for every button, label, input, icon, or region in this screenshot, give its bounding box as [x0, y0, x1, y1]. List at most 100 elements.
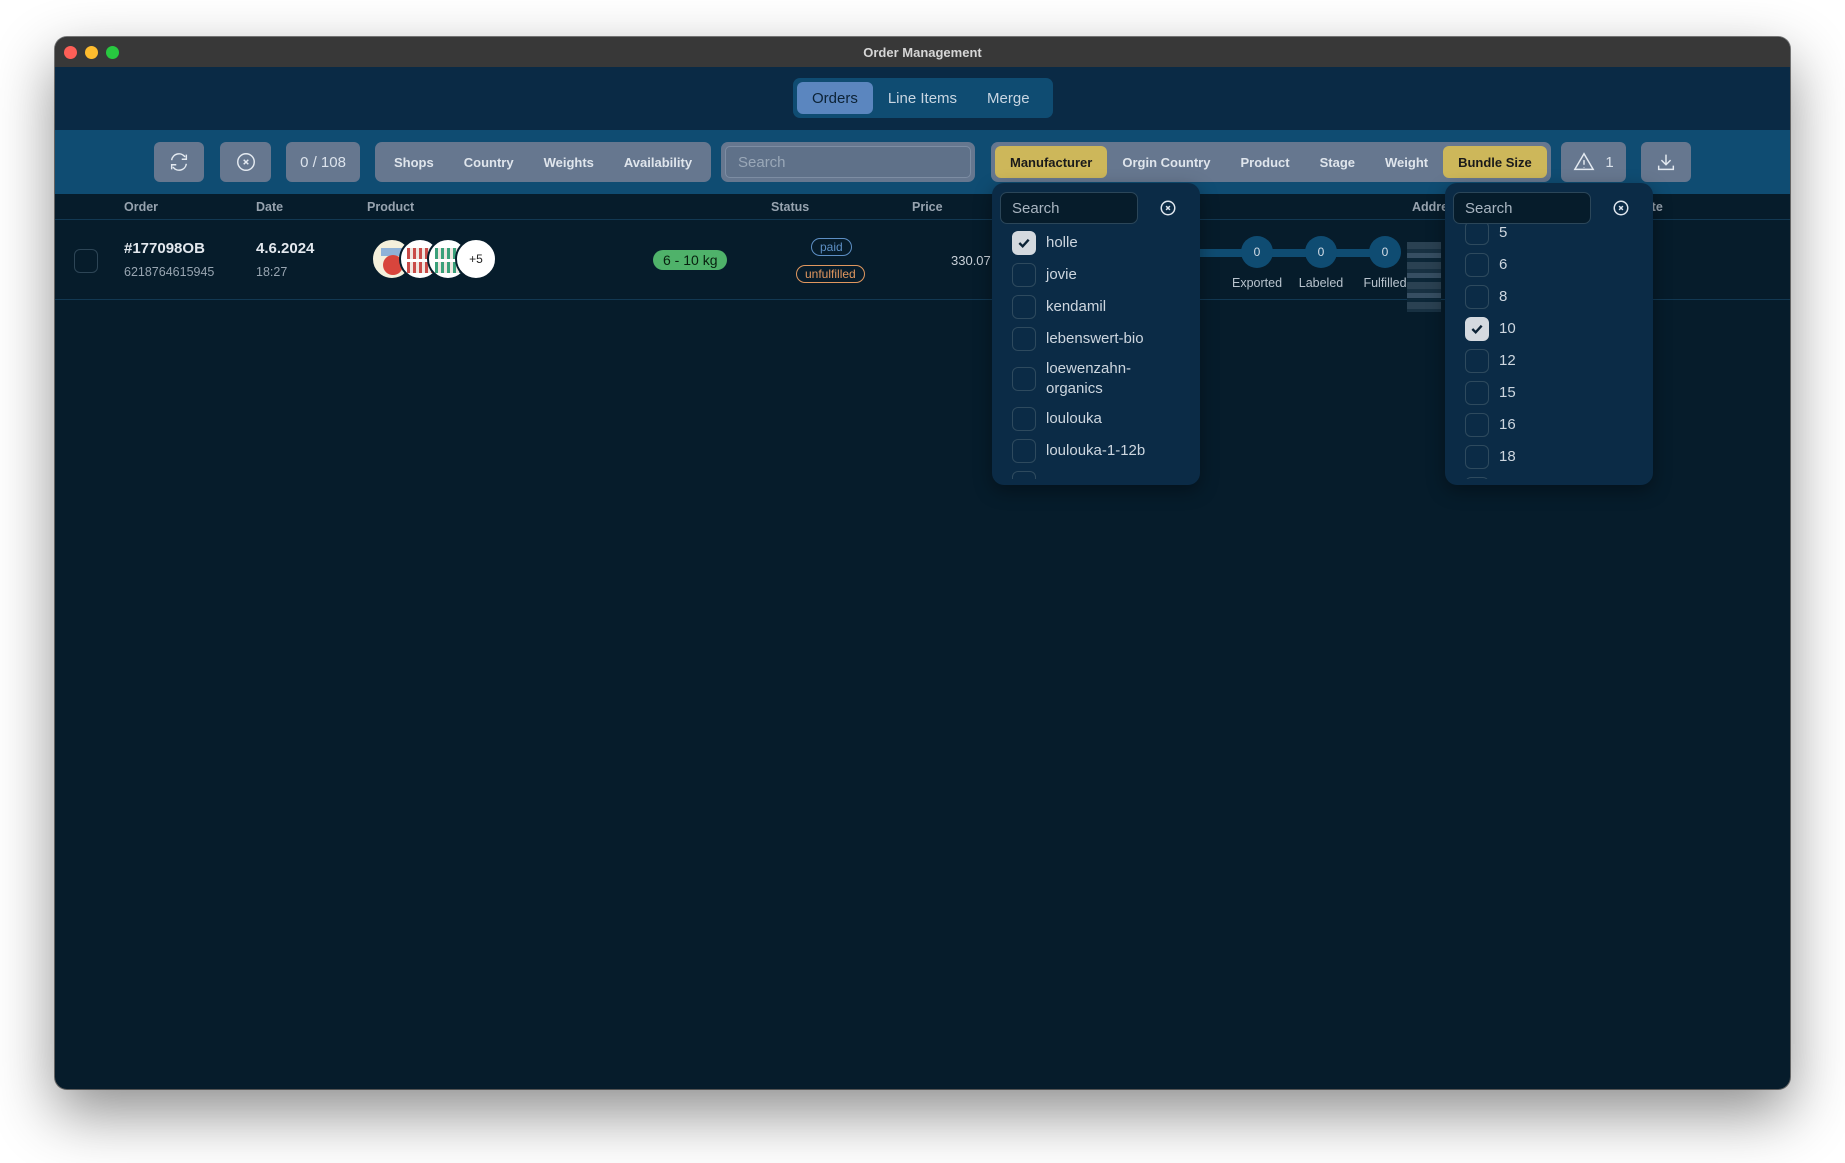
checkbox[interactable] — [1465, 253, 1489, 277]
option-16[interactable]: 16 — [1445, 409, 1653, 441]
filter-stage[interactable]: Stage — [1305, 146, 1370, 178]
column-order[interactable]: Order — [124, 200, 158, 214]
option-label: jovie — [1046, 266, 1077, 283]
checkbox[interactable] — [1465, 221, 1489, 245]
option-jovie[interactable]: jovie — [992, 259, 1200, 291]
column-status[interactable]: Status — [771, 200, 809, 214]
pipeline-node-fulfilled: 0 — [1369, 236, 1401, 268]
option-loewenzahn-organics[interactable]: loewenzahn-organics — [992, 355, 1192, 403]
option-18[interactable]: 18 — [1445, 441, 1653, 473]
clear-circle-x-icon — [236, 153, 255, 171]
option-loulouka-1-12b[interactable]: loulouka-1-12b — [992, 435, 1200, 467]
option-15[interactable]: 15 — [1445, 377, 1653, 409]
tab-line-items[interactable]: Line Items — [873, 82, 972, 114]
maximize-window-button[interactable] — [106, 46, 119, 59]
warnings-button[interactable]: 1 — [1561, 142, 1626, 182]
column-date[interactable]: Date — [256, 200, 283, 214]
option-label: 18 — [1499, 448, 1516, 465]
option-holle[interactable]: holle — [992, 227, 1200, 259]
option-partial[interactable] — [992, 467, 1200, 479]
filter-manufacturer[interactable]: Manufacturer — [995, 146, 1108, 178]
filter-group-primary: Shops Country Weights Availability — [375, 142, 712, 182]
option-label: 6 — [1499, 256, 1508, 273]
search-input[interactable] — [725, 146, 971, 178]
checkbox-checked[interactable] — [1012, 231, 1036, 255]
filter-origin-country[interactable]: Orgin Country — [1107, 146, 1225, 178]
tab-merge[interactable]: Merge — [972, 82, 1045, 114]
checkbox[interactable] — [1465, 381, 1489, 405]
product-thumbnails[interactable]: +5 — [371, 238, 497, 280]
clear-selection-button[interactable] — [220, 142, 271, 182]
option-label: loulouka-1-12b — [1046, 442, 1146, 459]
pipeline-connector — [1197, 249, 1397, 257]
filter-country[interactable]: Country — [449, 146, 529, 178]
option-label: loewenzahn-organics — [1046, 360, 1132, 397]
order-number: 6218764615945 — [124, 265, 215, 279]
option-loulouka[interactable]: loulouka — [992, 403, 1200, 435]
order-time: 18:27 — [256, 265, 288, 279]
filter-product[interactable]: Product — [1225, 146, 1304, 178]
manufacturer-options: holle jovie kendamil lebenswert-bio loew… — [992, 227, 1200, 479]
filter-weight[interactable]: Weight — [1370, 146, 1443, 178]
app-window: Order Management Orders Line Items Merge… — [55, 37, 1790, 1089]
row-checkbox[interactable] — [74, 249, 98, 273]
checkbox-checked[interactable] — [1465, 317, 1489, 341]
tab-orders[interactable]: Orders — [797, 82, 873, 114]
refresh-icon — [170, 153, 188, 171]
filter-availability[interactable]: Availability — [609, 146, 707, 178]
filter-group-product: Manufacturer Orgin Country Product Stage… — [991, 142, 1551, 182]
checkbox[interactable] — [1465, 349, 1489, 373]
checkbox[interactable] — [1465, 477, 1489, 479]
option-12[interactable]: 12 — [1445, 345, 1653, 377]
filter-shops[interactable]: Shops — [379, 146, 449, 178]
option-lebenswert-bio[interactable]: lebenswert-bio — [992, 323, 1200, 355]
option-label: 12 — [1499, 352, 1516, 369]
option-8[interactable]: 8 — [1445, 281, 1653, 313]
title-bar: Order Management — [55, 37, 1790, 67]
bundle-size-search-input[interactable] — [1453, 192, 1591, 224]
column-product[interactable]: Product — [367, 200, 414, 214]
payment-status-badge: paid — [811, 238, 852, 256]
manufacturer-dropdown: holle jovie kendamil lebenswert-bio loew… — [992, 183, 1200, 485]
checkbox[interactable] — [1012, 439, 1036, 463]
order-id[interactable]: #177098OB — [124, 240, 205, 257]
option-kendamil[interactable]: kendamil — [992, 291, 1200, 323]
checkbox[interactable] — [1465, 285, 1489, 309]
checkbox[interactable] — [1012, 327, 1036, 351]
pipeline-label-exported: Exported — [1231, 276, 1283, 290]
address-redacted — [1407, 242, 1441, 312]
clear-search-icon[interactable] — [1159, 199, 1177, 217]
checkbox[interactable] — [1012, 471, 1036, 479]
more-products-badge[interactable]: +5 — [455, 238, 497, 280]
column-price[interactable]: Price — [912, 200, 943, 214]
checkbox[interactable] — [1465, 413, 1489, 437]
option-6[interactable]: 6 — [1445, 249, 1653, 281]
filter-weights[interactable]: Weights — [529, 146, 609, 178]
manufacturer-search-input[interactable] — [1000, 192, 1138, 224]
weight-badge: 6 - 10 kg — [653, 250, 728, 270]
option-label: 16 — [1499, 416, 1516, 433]
option-10[interactable]: 10 — [1445, 313, 1653, 345]
filter-bundle-size[interactable]: Bundle Size — [1443, 146, 1547, 178]
close-window-button[interactable] — [64, 46, 77, 59]
option-label: loulouka — [1046, 410, 1102, 427]
warning-triangle-icon — [1573, 152, 1595, 171]
checkbox[interactable] — [1012, 407, 1036, 431]
minimize-window-button[interactable] — [85, 46, 98, 59]
checkmark-icon — [1471, 324, 1483, 335]
order-pipeline: 0 Exported 0 Labeled 0 Fulfilled — [1197, 236, 1437, 296]
clear-search-icon[interactable] — [1612, 199, 1630, 217]
download-button[interactable] — [1641, 142, 1691, 182]
option-label: 5 — [1499, 224, 1508, 241]
checkbox[interactable] — [1465, 445, 1489, 469]
download-icon — [1657, 154, 1675, 171]
selection-count: 0 / 108 — [286, 142, 360, 182]
checkbox[interactable] — [1012, 367, 1036, 391]
checkbox[interactable] — [1012, 295, 1036, 319]
checkmark-icon — [1018, 238, 1030, 249]
checkbox[interactable] — [1012, 263, 1036, 287]
search-box — [721, 142, 975, 182]
refresh-button[interactable] — [154, 142, 204, 182]
view-tabs: Orders Line Items Merge — [793, 78, 1053, 118]
option-partial[interactable] — [1445, 473, 1653, 479]
